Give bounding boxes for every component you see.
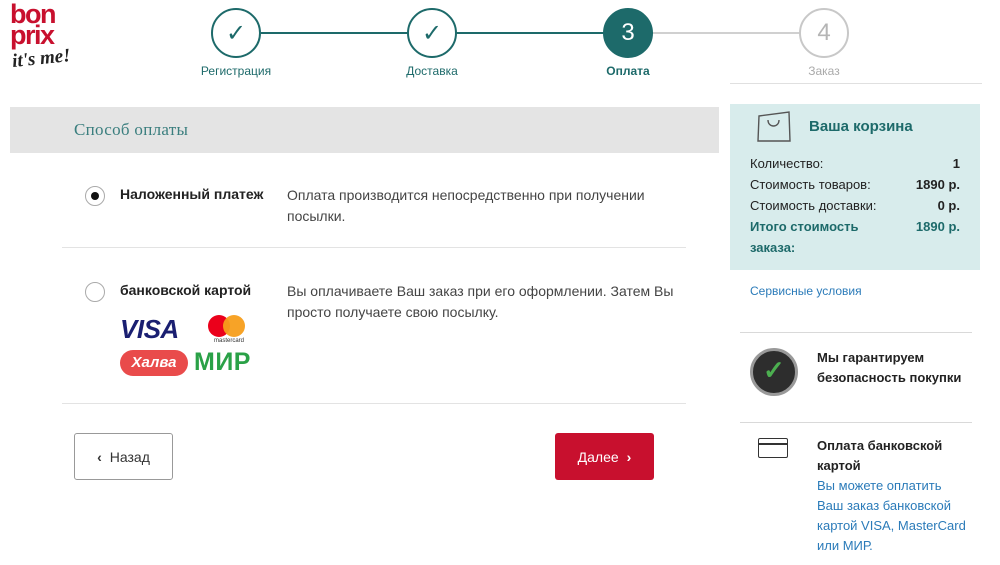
payment-option-name[interactable]: Наложенный платеж <box>120 186 263 202</box>
payment-option-card[interactable]: банковской картой Вы оплачиваете Ваш зак… <box>62 272 686 404</box>
shopping-bag-icon <box>757 111 791 142</box>
payment-option-cod[interactable]: Наложенный платеж Оплата производится не… <box>62 176 686 248</box>
radio-card[interactable] <box>85 282 105 302</box>
step-label: Оплата <box>606 64 650 78</box>
radio-cod[interactable] <box>85 186 105 206</box>
payment-section-header: Способ оплаты <box>10 107 719 153</box>
cart-summary: Ваша корзина Количество: 1 Стоимость тов… <box>730 104 980 270</box>
credit-card-icon <box>758 438 788 458</box>
guarantee-text: Мы гарантируем безопасность покупки <box>817 350 962 385</box>
step-delivery[interactable]: ✓ Доставка <box>357 8 507 78</box>
step-label: Регистрация <box>200 64 272 78</box>
card-payment-title: Оплата банковской картой <box>817 438 943 473</box>
mir-logo: МИР <box>194 348 251 376</box>
cart-row-quantity: Количество: 1 <box>750 153 960 174</box>
cart-title: Ваша корзина <box>809 118 913 135</box>
cart-total-value: 1890 р. <box>915 219 960 234</box>
step-payment: 3 Оплата <box>553 8 703 78</box>
back-button-label: Назад <box>109 448 150 465</box>
bonprix-logo[interactable]: bon prix it's me! <box>10 1 90 76</box>
logo-line-2: prix <box>10 20 55 50</box>
divider <box>730 83 982 84</box>
payment-section-title: Способ оплаты <box>74 120 189 139</box>
mastercard-logo-text: mastercard <box>213 338 244 344</box>
cart-row-delivery: Стоимость доставки: 0 р. <box>750 195 960 216</box>
payment-option-name[interactable]: банковской картой <box>120 282 251 298</box>
cart-row-value: 1890 р. <box>915 177 960 192</box>
payment-option-description: Вы оплачиваете Ваш заказ при его оформле… <box>287 283 674 320</box>
chevron-left-icon: ‹ <box>97 448 102 465</box>
card-logos: VISA mastercard Халва МИР <box>120 314 270 380</box>
payment-option-description: Оплата производится непосредственно при … <box>287 187 645 224</box>
step-registration[interactable]: ✓ Регистрация <box>161 8 311 78</box>
cart-row-total: Итого стоимость заказа: 1890 р. <box>750 216 960 258</box>
check-icon: ✓ <box>407 8 457 58</box>
chevron-right-icon: › <box>626 448 632 465</box>
cart-row-label: Стоимость доставки: <box>750 198 877 213</box>
cart-row-value: 1 <box>952 156 960 171</box>
check-icon: ✓ <box>211 8 261 58</box>
guarantee-block: ✓ Мы гарантируем безопасность покупки <box>740 332 972 422</box>
step-order: 4 Заказ <box>749 8 899 78</box>
step-number: 4 <box>799 8 849 58</box>
step-number: 3 <box>603 8 653 58</box>
visa-logo: VISA <box>120 314 179 344</box>
back-button[interactable]: ‹ Назад <box>74 433 173 480</box>
cart-row-label: Количество: <box>750 156 824 171</box>
card-payment-info: Оплата банковской картой Вы можете оплат… <box>740 422 972 565</box>
step-label: Доставка <box>406 64 458 78</box>
halva-logo: Халва <box>120 350 188 376</box>
next-button[interactable]: Далее › <box>555 433 654 480</box>
cart-rows: Количество: 1 Стоимость товаров: 1890 р.… <box>750 153 960 258</box>
mastercard-logo: mastercard <box>206 314 252 344</box>
next-button-label: Далее <box>577 448 619 465</box>
cart-row-value: 0 р. <box>937 198 960 213</box>
step-label: Заказ <box>808 64 840 78</box>
checkout-stepper: ✓ Регистрация ✓ Доставка 3 Оплата 4 Зака… <box>160 8 980 84</box>
card-payment-description[interactable]: Вы можете оплатить Ваш заказ банковской … <box>817 476 967 556</box>
cart-row-label: Стоимость товаров: <box>750 177 871 192</box>
cart-row-goods: Стоимость товаров: 1890 р. <box>750 174 960 195</box>
security-seal-icon: ✓ <box>750 348 798 396</box>
cart-total-label: Итого стоимость заказа: <box>750 219 859 255</box>
service-terms-link[interactable]: Сервисные условия <box>750 284 862 298</box>
